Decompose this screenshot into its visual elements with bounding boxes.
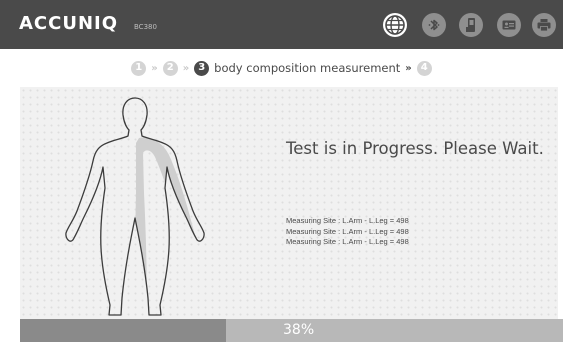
globe-icon[interactable] [383,13,407,37]
step-4-indicator: 4 [416,60,432,76]
measurement-panel [20,87,558,319]
progress-fill [20,319,227,342]
reading-line: Measuring Site : L.Arm - L.Leg = 498 [286,216,409,225]
progress-percent: 38% [283,322,315,338]
current-step-label: body composition measurement [214,61,401,75]
model-label: BC380 [134,23,157,31]
header-bar: ACCUNIQ BC380 [0,0,563,49]
progress-bar: 38% [20,319,563,342]
brand-logo: ACCUNIQ [19,13,119,34]
body-figure-illustration [65,97,205,316]
step-separator-icon: » [182,62,190,74]
device-icon[interactable] [459,13,483,37]
step-indicator: 1 » 2 » 3 body composition measurement »… [0,49,563,87]
step-1-indicator: 1 [131,60,147,76]
status-message: Test is in Progress. Please Wait. [286,139,544,158]
printer-icon[interactable] [532,13,556,37]
reading-line: Measuring Site : L.Arm - L.Leg = 498 [286,237,409,246]
step-separator-icon: » [405,62,412,74]
step-2-indicator: 2 [162,60,178,76]
bluetooth-icon[interactable] [422,13,446,37]
readings-list: Measuring Site : L.Arm - L.Leg = 498 Mea… [286,216,409,248]
reading-line: Measuring Site : L.Arm - L.Leg = 498 [286,226,409,236]
id-card-icon[interactable] [497,13,521,37]
step-separator-icon: » [151,62,158,74]
step-3-indicator: 3 [194,60,210,76]
